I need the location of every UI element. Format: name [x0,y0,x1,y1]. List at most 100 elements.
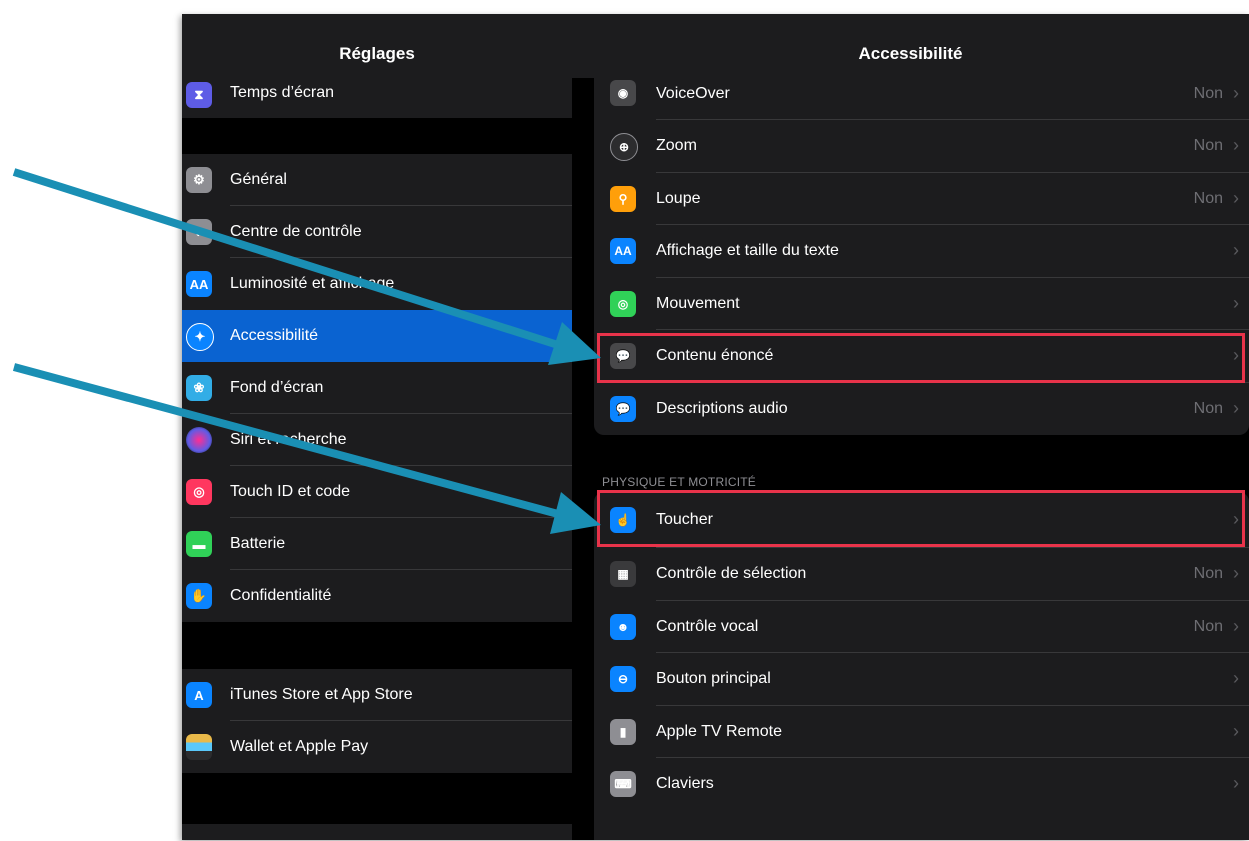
row-label: Claviers [656,775,714,792]
chevron-right-icon: › [1233,397,1239,418]
detail-header: Accessibilité [572,14,1249,78]
row-label: VoiceOver [656,85,730,102]
accessibility-pane: Accessibilité ◉ VoiceOver Non › ⊕ Zoom N… [572,14,1249,840]
chevron-right-icon: › [1233,773,1239,793]
sidebar-item-battery[interactable]: ▬ Batterie [182,518,572,570]
row-voiceover[interactable]: ◉ VoiceOver Non › [594,70,1249,120]
row-display-text-size[interactable]: AA Affichage et taille du texte › [594,225,1249,278]
keyboard-icon: ⌨ [610,771,636,797]
switch-control-icon: ▦ [610,561,636,587]
sidebar: Réglages ⧗ Temps d’écran ⚙ Général ◐ Cen… [182,14,572,840]
sidebar-item-label: Touch ID et code [230,483,351,500]
sidebar-group-4 [182,824,572,840]
sidebar-item-label: Siri et recherche [230,431,347,448]
sidebar-group-3: A iTunes Store et App Store Wallet et Ap… [182,669,572,773]
row-motion[interactable]: ◎ Mouvement › [594,278,1249,330]
row-label: Affichage et taille du texte [656,242,839,259]
sidebar-item-app-store[interactable]: A iTunes Store et App Store [182,669,572,721]
sidebar-item-label: Accessibilité [230,327,319,344]
row-label: Loupe [656,189,701,207]
sidebar-item-siri[interactable]: Siri et recherche [182,414,572,466]
row-audio-descriptions[interactable]: 💬 Descriptions audio Non › [594,383,1249,436]
home-button-icon: ⊖ [610,666,636,692]
accessibility-icon: ✦ [186,323,214,351]
row-label: Zoom [656,137,697,154]
row-label: Descriptions audio [656,399,788,417]
row-label: Bouton principal [656,670,771,687]
sidebar-item-label: Centre de contrôle [230,223,362,240]
chevron-right-icon: › [1233,135,1239,155]
row-voice-control[interactable]: ☻ Contrôle vocal Non › [594,601,1249,653]
sidebar-header: Réglages [182,14,572,78]
chevron-right-icon: › [1233,615,1239,636]
row-label: Mouvement [656,294,740,312]
gear-icon: ⚙ [186,167,212,193]
siri-icon [186,427,212,453]
hourglass-icon: ⧗ [186,82,212,108]
chevron-right-icon: › [1233,187,1239,208]
battery-icon: ▬ [186,531,212,557]
row-zoom[interactable]: ⊕ Zoom Non › [594,120,1249,173]
row-value: Non [1193,189,1223,207]
toggle-icon: ◐ [186,219,212,245]
sidebar-item-control-center[interactable]: ◐ Centre de contrôle [182,206,572,258]
sidebar-item-label: Temps d’écran [230,84,335,101]
sidebar-item-label: iTunes Store et App Store [230,686,413,703]
chevron-right-icon: › [1233,668,1239,688]
chevron-right-icon: › [1233,83,1239,103]
sidebar-item-label: Confidentialité [230,587,332,604]
chevron-right-icon: › [1233,240,1239,260]
sidebar-title: Réglages [339,44,415,63]
row-magnifier[interactable]: ⚲ Loupe Non › [594,173,1249,225]
sidebar-item-accessibility[interactable]: ✦ Accessibilité [182,310,572,362]
detail-title: Accessibilité [858,44,963,63]
highlight-spoken-content [597,333,1245,383]
sidebar-item-display[interactable]: AA Luminosité et affichage [182,258,572,310]
flower-icon: ❀ [186,375,212,401]
chevron-right-icon: › [1233,563,1239,583]
sidebar-item-screen-time[interactable]: ⧗ Temps d’écran [182,78,572,118]
app-store-icon: A [186,682,212,708]
hand-icon: ✋ [186,583,212,609]
chevron-right-icon: › [1233,720,1239,741]
row-value: Non [1193,399,1223,417]
magnifier-icon: ⚲ [610,185,636,212]
sidebar-item-label: Fond d’écran [230,379,324,396]
sidebar-item-label: Luminosité et affichage [230,275,395,292]
section-header-physical: PHYSIQUE ET MOTRICITÉ [602,475,756,489]
row-apple-tv-remote[interactable]: ▮ Apple TV Remote › [594,706,1249,758]
voiceover-icon: ◉ [610,80,636,106]
highlight-touch [597,490,1245,547]
sidebar-group-2: ⚙ Général ◐ Centre de contrôle AA Lumino… [182,154,572,622]
row-value: Non [1193,85,1223,102]
sidebar-item-touch-id[interactable]: ◎ Touch ID et code [182,466,572,518]
sidebar-item-wallpaper[interactable]: ❀ Fond d’écran [182,362,572,414]
text-size-icon: AA [610,238,636,264]
settings-screenshot: Réglages ⧗ Temps d’écran ⚙ Général ◐ Cen… [182,14,1249,840]
row-keyboards[interactable]: ⌨ Claviers › [594,758,1249,811]
row-switch-control[interactable]: ▦ Contrôle de sélection Non › [594,548,1249,601]
sidebar-item-label: Général [230,171,287,188]
row-label: Contrôle vocal [656,617,759,635]
text-size-icon: AA [186,271,212,297]
wallet-icon [186,734,212,760]
sidebar-item-general[interactable]: ⚙ Général [182,154,572,206]
sidebar-group-1: ⧗ Temps d’écran [182,78,572,118]
voice-control-icon: ☻ [610,613,636,640]
sidebar-item-privacy[interactable]: ✋ Confidentialité [182,570,572,622]
sidebar-item-label: Batterie [230,535,286,552]
audio-description-icon: 💬 [610,395,636,422]
motion-icon: ◎ [610,290,636,317]
row-value: Non [1193,565,1223,582]
remote-icon: ▮ [610,718,636,745]
fingerprint-icon: ◎ [186,479,212,505]
chevron-right-icon: › [1233,292,1239,313]
row-value: Non [1193,137,1223,154]
row-label: Contrôle de sélection [656,565,807,582]
sidebar-item-wallet[interactable]: Wallet et Apple Pay [182,721,572,773]
sidebar-item-label: Wallet et Apple Pay [230,738,369,755]
row-label: Apple TV Remote [656,722,782,740]
row-value: Non [1193,617,1223,635]
zoom-icon: ⊕ [610,133,638,161]
row-home-button[interactable]: ⊖ Bouton principal › [594,653,1249,706]
